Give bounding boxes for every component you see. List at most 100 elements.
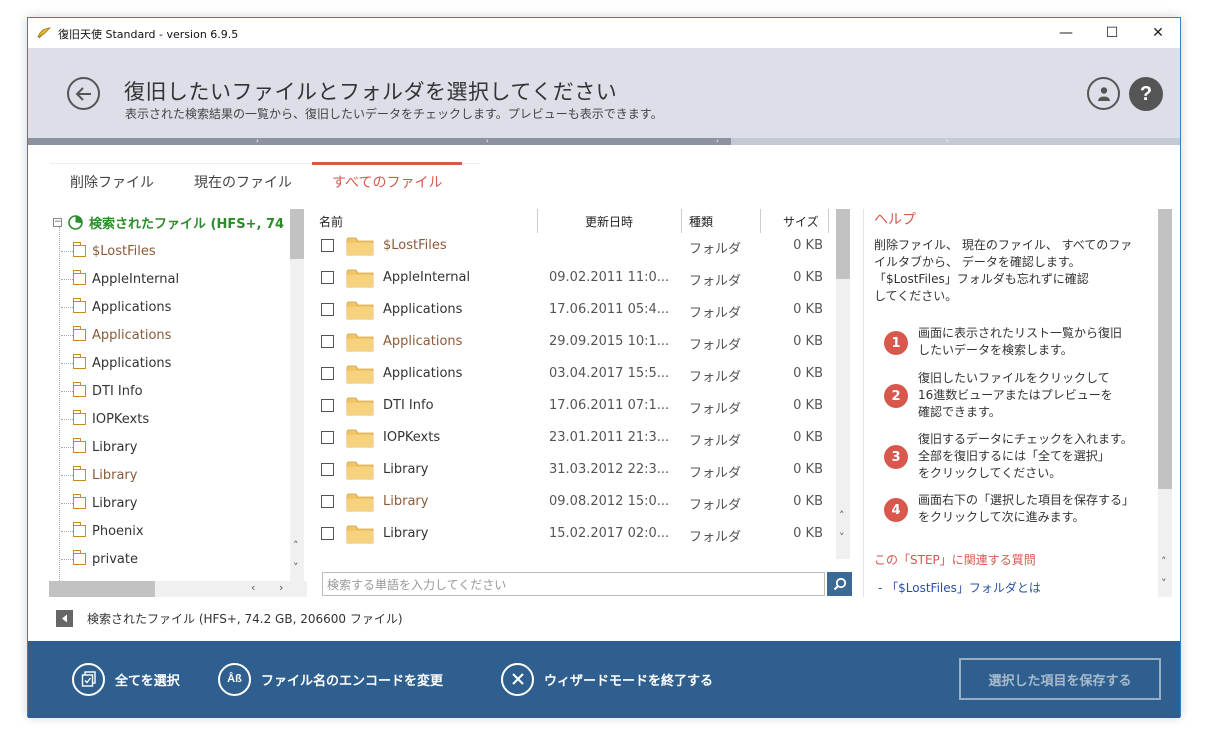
file-type: フォルダ xyxy=(689,498,742,513)
help-intro-line: してください。 xyxy=(874,289,958,303)
file-name: Applications xyxy=(383,334,463,349)
account-button[interactable] xyxy=(1087,77,1120,110)
help-intro: 削除ファイル、 現在のファイル、 すべてのファ イルタブから、 データを確認しま… xyxy=(874,237,1136,305)
scroll-up-icon[interactable]: ˄ xyxy=(1161,555,1167,568)
tree-item[interactable]: Library xyxy=(73,433,137,461)
scroll-down-icon[interactable]: ˅ xyxy=(1161,577,1167,590)
back-button[interactable] xyxy=(67,77,100,110)
row-checkbox[interactable] xyxy=(321,335,334,348)
column-divider[interactable] xyxy=(760,209,761,233)
file-row[interactable]: Applications 17.06.2011 05:4... フォルダ 0 KB xyxy=(311,295,848,327)
scroll-up-icon[interactable]: ˄ xyxy=(293,539,299,552)
scroll-thumb[interactable] xyxy=(49,581,155,597)
list-vertical-scrollbar[interactable]: ˄ ˅ xyxy=(836,209,850,559)
wizard-header: 復旧したいファイルとフォルダを選択してください 表示された検索結果の一覧から、復… xyxy=(28,48,1180,138)
list-header: 名前 更新日時 種類 サイズ xyxy=(311,209,848,233)
tree-item[interactable]: Applications xyxy=(73,321,171,349)
tree-item[interactable]: Applications xyxy=(73,349,171,377)
step-text: 画面に表示されたリスト一覧から復旧 したいデータを検索します。 xyxy=(918,325,1122,359)
row-checkbox[interactable] xyxy=(321,431,334,444)
minimize-button[interactable]: — xyxy=(1043,18,1089,48)
search-button[interactable] xyxy=(827,572,852,596)
tab-deleted-files[interactable]: 削除ファイル xyxy=(50,164,174,197)
row-checkbox[interactable] xyxy=(321,495,334,508)
row-checkbox[interactable] xyxy=(321,463,334,476)
encoding-icon: Åß xyxy=(218,662,251,696)
file-row[interactable]: IOPKexts 23.01.2011 21:3... フォルダ 0 KB xyxy=(311,423,848,455)
file-row[interactable]: Library 31.03.2012 22:3... フォルダ 0 KB xyxy=(311,455,848,487)
close-button[interactable]: ✕ xyxy=(1135,18,1181,48)
column-size[interactable]: サイズ xyxy=(783,213,819,230)
tab-current-files[interactable]: 現在のファイル xyxy=(174,164,312,197)
tree-item-label: AppleInternal xyxy=(92,271,180,287)
file-row[interactable]: AppleInternal 09.02.2011 11:0... フォルダ 0 KB xyxy=(311,263,848,295)
collapse-panel-button[interactable] xyxy=(56,609,73,627)
save-selected-button[interactable]: 選択した項目を保存する xyxy=(959,658,1161,700)
row-checkbox[interactable] xyxy=(321,271,334,284)
tree-item[interactable]: DTI Info xyxy=(73,377,143,405)
row-checkbox[interactable] xyxy=(321,527,334,540)
tree-connector xyxy=(59,227,60,597)
step-line: 16進数ビューアまたはプレビューを xyxy=(918,388,1113,402)
search-input[interactable]: 検索する単語を入力してください xyxy=(322,572,825,596)
tree-item[interactable]: AppleInternal xyxy=(73,265,179,293)
row-checkbox[interactable] xyxy=(321,367,334,380)
scroll-left-icon[interactable]: ‹ xyxy=(251,581,255,594)
exit-wizard-button[interactable]: ウィザードモードを終了する xyxy=(501,662,713,696)
tree-item[interactable]: Applications xyxy=(73,293,171,321)
file-row[interactable]: Applications 03.04.2017 15:5... フォルダ 0 KB xyxy=(311,359,848,391)
help-vertical-scrollbar[interactable]: ˄ ˅ xyxy=(1158,209,1172,597)
folder-icon xyxy=(73,326,86,341)
column-name[interactable]: 名前 xyxy=(319,213,343,230)
column-divider[interactable] xyxy=(828,209,829,233)
tree-item[interactable]: Library xyxy=(73,489,137,517)
file-row[interactable]: DTI Info 17.06.2011 07:1... フォルダ 0 KB xyxy=(311,391,848,423)
tree-item[interactable]: Library xyxy=(73,461,137,489)
file-row[interactable]: $LostFiles フォルダ 0 KB xyxy=(311,231,848,263)
row-checkbox[interactable] xyxy=(321,303,334,316)
file-row[interactable]: Library 15.02.2017 02:0... フォルダ 0 KB xyxy=(311,519,848,551)
scroll-down-icon[interactable]: ˅ xyxy=(839,531,845,544)
row-checkbox[interactable] xyxy=(321,399,334,412)
tree-vertical-scrollbar[interactable]: ˄ ˅ xyxy=(290,209,304,581)
tree-item[interactable]: private xyxy=(73,545,138,573)
row-checkbox[interactable] xyxy=(321,239,334,252)
scroll-thumb[interactable] xyxy=(836,209,850,279)
tree-item[interactable]: IOPKexts xyxy=(73,405,149,433)
tab-all-files[interactable]: すべてのファイル xyxy=(312,162,463,197)
tree-root-label: 検索されたファイル (HFS+, 74 xyxy=(89,217,285,232)
file-row[interactable]: Library 09.08.2012 15:0... フォルダ 0 KB xyxy=(311,487,848,519)
step-line: 復旧するデータにチェックを入れます。 xyxy=(918,432,1133,446)
file-type: フォルダ xyxy=(689,306,742,321)
column-divider[interactable] xyxy=(681,209,682,233)
scroll-thumb[interactable] xyxy=(290,209,304,259)
scroll-right-icon[interactable]: › xyxy=(279,581,283,594)
scroll-thumb[interactable] xyxy=(1158,209,1172,489)
scroll-up-icon[interactable]: ˄ xyxy=(839,509,845,522)
file-row[interactable]: Applications 29.09.2015 10:1... フォルダ 0 KB xyxy=(311,327,848,359)
step-line: 画面右下の「選択した項目を保存する」 xyxy=(918,493,1135,507)
maximize-button[interactable]: ☐ xyxy=(1089,18,1135,48)
help-intro-line: 「$LostFiles」フォルダも忘れずに確認 xyxy=(874,272,1089,286)
faq-link[interactable]: - 「$LostFiles」フォルダとは xyxy=(878,579,1041,596)
search-icon xyxy=(833,577,846,591)
collapse-icon[interactable]: − xyxy=(53,218,62,227)
tree-item[interactable]: Phoenix xyxy=(73,517,144,545)
help-button[interactable]: ? xyxy=(1129,77,1163,111)
select-all-button[interactable]: 全てを選択 xyxy=(72,662,180,696)
column-divider[interactable] xyxy=(537,209,538,233)
scroll-down-icon[interactable]: ˅ xyxy=(293,561,299,574)
column-date[interactable]: 更新日時 xyxy=(585,213,633,230)
tree-root[interactable]: − 検索されたファイル (HFS+, 74 xyxy=(53,213,284,232)
tree-item[interactable]: $LostFiles xyxy=(73,237,156,265)
progress-step-marker: › xyxy=(946,137,949,145)
column-type[interactable]: 種類 xyxy=(689,213,713,230)
status-bar: 検索されたファイル (HFS+, 74.2 GB, 206600 ファイル) xyxy=(56,608,403,628)
file-name: Library xyxy=(383,494,429,509)
change-encoding-button[interactable]: Åß ファイル名のエンコードを変更 xyxy=(218,662,443,696)
step-text: 復旧するデータにチェックを入れます。 全部を復旧するには「全てを選択」 をクリッ… xyxy=(918,431,1133,482)
file-name: DTI Info xyxy=(383,398,434,413)
file-size: 0 KB xyxy=(793,462,823,477)
tree-horizontal-scrollbar[interactable]: ‹ › xyxy=(49,581,307,597)
folder-icon xyxy=(73,550,86,565)
